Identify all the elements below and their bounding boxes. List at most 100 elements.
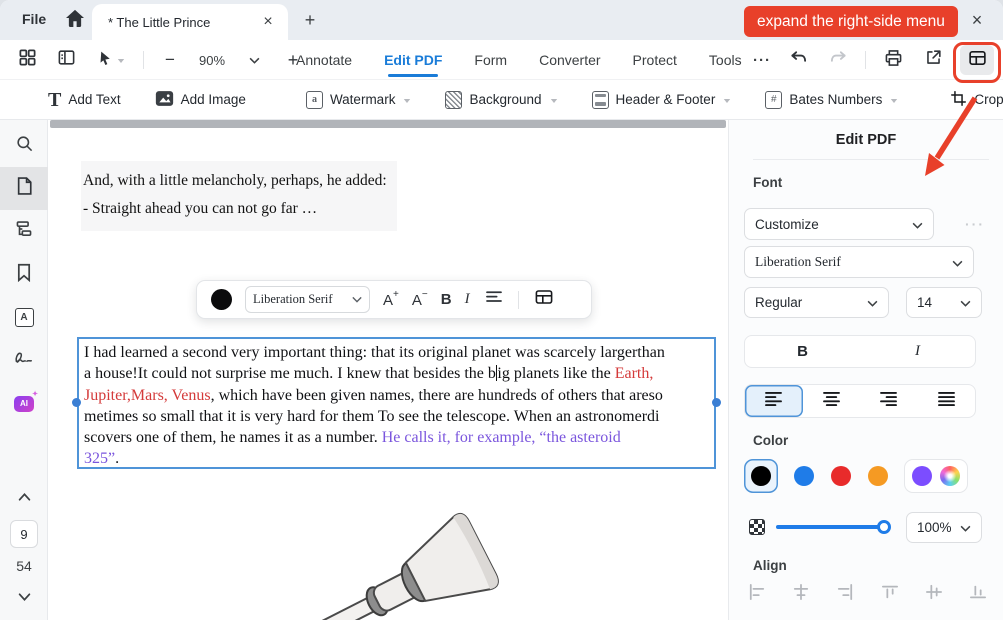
- undo-button[interactable]: [785, 47, 811, 73]
- sidebar-outline-button[interactable]: [0, 210, 48, 253]
- print-button[interactable]: [880, 47, 906, 73]
- tab-edit-pdf[interactable]: Edit PDF: [384, 40, 442, 80]
- sidebar-ai-button[interactable]: AI: [0, 382, 48, 425]
- paragraph-block[interactable]: And, with a little melancholy, perhaps, …: [81, 161, 397, 231]
- color-swatch-orange[interactable]: [868, 466, 888, 486]
- tab-converter[interactable]: Converter: [539, 40, 600, 80]
- grid-view-button[interactable]: [14, 47, 40, 73]
- toolbar-left-group: − 90% +: [14, 40, 306, 80]
- add-text-button[interactable]: T Add Text: [48, 91, 121, 109]
- align-objects-left-icon: [748, 584, 766, 605]
- export-button[interactable]: [920, 47, 946, 73]
- text-line: Jupiter,Mars, Venus, which have been giv…: [84, 385, 714, 406]
- side-panel-button[interactable]: [53, 47, 79, 73]
- font-preset-select[interactable]: Customize: [744, 208, 934, 240]
- watermark-icon: a: [306, 91, 323, 109]
- chevron-down-icon: [867, 295, 878, 310]
- text-edit-box[interactable]: I had learned a second very important th…: [77, 337, 716, 469]
- opacity-select[interactable]: 100%: [906, 512, 982, 543]
- decrease-font-button[interactable]: A−: [412, 291, 428, 309]
- color-swatch-blue[interactable]: [794, 466, 814, 486]
- tab-protect[interactable]: Protect: [633, 40, 677, 80]
- edit-pdf-panel: Edit PDF Font Customize ··· Liberation S…: [728, 120, 1003, 620]
- signature-icon: [13, 350, 35, 371]
- textbox-resize-handle-left[interactable]: [72, 398, 81, 407]
- align-right-button[interactable]: [860, 385, 918, 417]
- color-picker-swatch[interactable]: [940, 466, 960, 486]
- add-text-icon: T: [48, 91, 61, 109]
- color-swatch-red[interactable]: [831, 466, 851, 486]
- bates-numbers-icon: #: [765, 91, 782, 109]
- sidebar-search-button[interactable]: [0, 124, 48, 167]
- slider-handle[interactable]: [877, 520, 891, 534]
- more-options-button[interactable]: ···: [753, 52, 771, 69]
- next-page-button[interactable]: [11, 584, 37, 610]
- inline-bold-button[interactable]: B: [441, 291, 452, 308]
- align-left-button[interactable]: [745, 385, 803, 417]
- header-footer-button[interactable]: Header & Footer: [592, 91, 732, 109]
- text-color-swatch[interactable]: [211, 289, 232, 310]
- new-tab-button[interactable]: +: [298, 8, 322, 32]
- tab-tools[interactable]: Tools: [709, 40, 742, 80]
- undo-icon: [789, 49, 808, 71]
- document-canvas[interactable]: And, with a little melancholy, perhaps, …: [48, 120, 728, 620]
- font-family-value: Liberation Serif: [755, 254, 841, 270]
- color-swatch-black-selected[interactable]: [744, 459, 778, 493]
- inline-font-select[interactable]: Liberation Serif: [245, 286, 370, 313]
- close-icon[interactable]: ×: [965, 8, 989, 32]
- add-image-button[interactable]: Add Image: [155, 90, 246, 110]
- italic-button[interactable]: I: [860, 336, 975, 367]
- zoom-dropdown-button[interactable]: [241, 47, 267, 73]
- inline-properties-button[interactable]: [532, 287, 556, 313]
- file-menu-button[interactable]: File: [16, 9, 52, 29]
- font-more-button[interactable]: ···: [965, 216, 985, 232]
- font-style-select[interactable]: Regular: [744, 287, 889, 318]
- align-objects-center-h-button[interactable]: [789, 582, 813, 606]
- tab-title: * The Little Prince: [108, 15, 258, 30]
- align-center-button[interactable]: [803, 385, 861, 417]
- background-button[interactable]: Background: [445, 91, 557, 109]
- telescope-illustration: [288, 488, 513, 620]
- tab-close-icon[interactable]: ×: [258, 12, 278, 32]
- align-objects-right-button[interactable]: [833, 582, 857, 606]
- color-swatch-row: [744, 458, 968, 494]
- right-panel-toggle-button[interactable]: [960, 45, 994, 75]
- chevron-down-icon: [550, 92, 558, 107]
- color-swatch-purple[interactable]: [912, 466, 932, 486]
- bold-button[interactable]: B: [745, 336, 860, 367]
- inline-italic-button[interactable]: I: [465, 291, 470, 308]
- watermark-button[interactable]: a Watermark: [306, 91, 412, 109]
- sidebar-bookmarks-button[interactable]: [0, 253, 48, 296]
- align-objects-center-h-icon: [792, 584, 810, 605]
- current-page-input[interactable]: 9: [10, 520, 38, 548]
- align-justify-button[interactable]: [918, 385, 976, 417]
- document-tab[interactable]: * The Little Prince ×: [92, 4, 288, 40]
- annotation-tooltip: expand the right-side menu: [744, 6, 958, 37]
- home-button[interactable]: [62, 8, 88, 32]
- horizontal-scrollbar[interactable]: [50, 120, 726, 128]
- redo-button[interactable]: [825, 47, 851, 73]
- tab-annotate[interactable]: Annotate: [296, 40, 352, 80]
- inline-align-button[interactable]: [483, 287, 505, 313]
- align-objects-left-button[interactable]: [745, 582, 769, 606]
- sidebar-signature-button[interactable]: [0, 339, 48, 382]
- font-size-select[interactable]: 14: [906, 287, 982, 318]
- bates-numbers-button[interactable]: # Bates Numbers: [765, 91, 898, 109]
- sidebar-annotations-button[interactable]: A: [0, 296, 48, 339]
- tab-form[interactable]: Form: [474, 40, 507, 80]
- font-family-select[interactable]: Liberation Serif: [744, 246, 974, 278]
- add-text-label: Add Text: [68, 92, 120, 107]
- chevron-down-icon: [403, 92, 411, 107]
- zoom-out-button[interactable]: −: [157, 47, 183, 73]
- black-swatch: [751, 466, 771, 486]
- opacity-slider[interactable]: [776, 525, 884, 529]
- previous-page-button[interactable]: [11, 484, 37, 510]
- select-tool-button[interactable]: [92, 47, 130, 73]
- align-objects-center-v-button[interactable]: [922, 582, 946, 606]
- align-objects-top-button[interactable]: [878, 582, 902, 606]
- crop-button[interactable]: Crop: [950, 90, 1003, 110]
- textbox-resize-handle-right[interactable]: [712, 398, 721, 407]
- sidebar-pages-button[interactable]: [0, 167, 48, 210]
- increase-font-button[interactable]: A+: [383, 291, 399, 309]
- align-objects-bottom-button[interactable]: [966, 582, 990, 606]
